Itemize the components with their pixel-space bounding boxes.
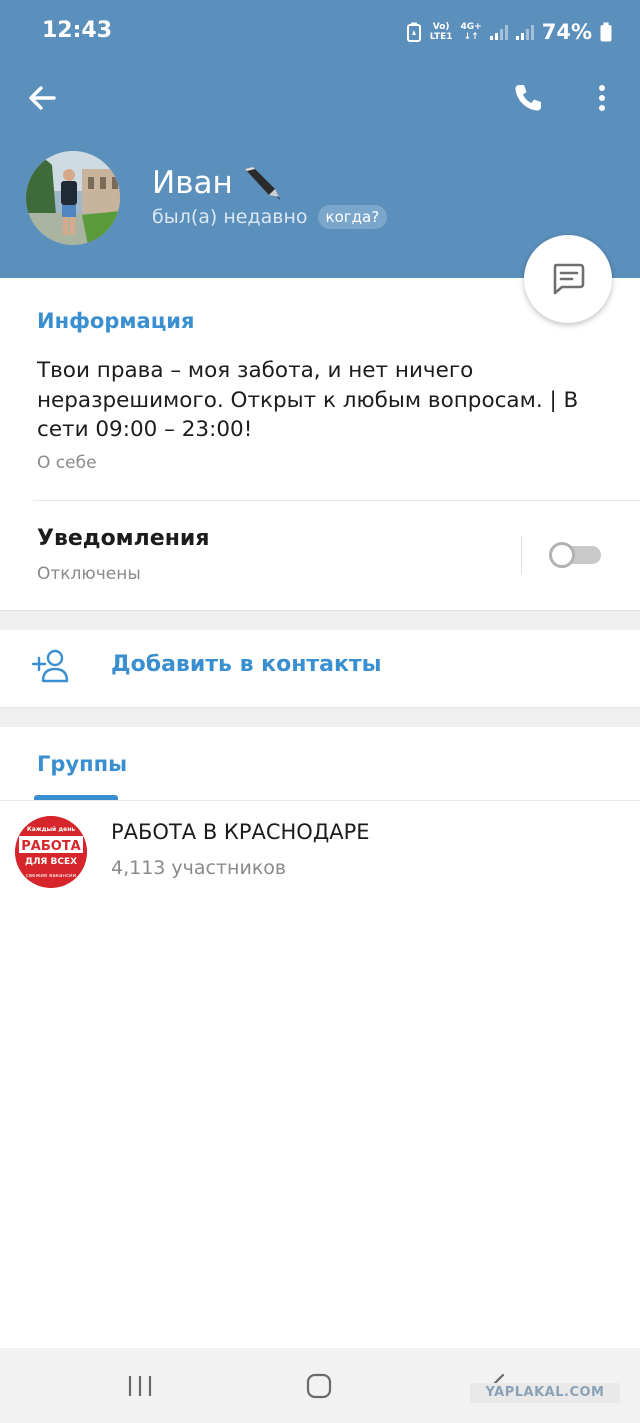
group-avatar: Каждый день РАБОТА ДЛЯ ВСЕХ свежие вакан…	[15, 816, 87, 888]
section-gap	[0, 610, 640, 630]
svg-text:Каждый день: Каждый день	[27, 826, 76, 833]
network-type-indicator: 4G+ ↓↑	[460, 22, 482, 42]
group-list-item[interactable]	[0, 802, 640, 888]
group-name: РАБОТА В КРАСНОДАРЕ	[111, 820, 370, 844]
section-gap	[0, 707, 640, 727]
home-icon[interactable]	[306, 1373, 332, 1399]
svg-text:ДЛЯ ВСЕХ: ДЛЯ ВСЕХ	[25, 857, 77, 867]
signal-1-icon	[489, 24, 508, 40]
notifications-toggle[interactable]	[549, 542, 602, 568]
profile-name: Иван	[152, 165, 233, 201]
add-contact-label: Добавить в контакты	[111, 652, 382, 677]
svg-text:свежие вакансии: свежие вакансии	[26, 873, 77, 879]
group-members-count: 4,113 участников	[111, 857, 287, 879]
svg-text:РАБОТА: РАБОТА	[21, 839, 80, 854]
signal-2-icon	[515, 24, 534, 40]
tab-divider	[0, 800, 640, 801]
bio-label: О себе	[37, 453, 97, 473]
notifications-title[interactable]: Уведомления	[37, 526, 209, 551]
back-arrow-icon[interactable]	[24, 80, 60, 116]
volte-indicator: Vo) LTE1	[429, 22, 453, 42]
watermark: YAPLAKAL.COM	[470, 1383, 620, 1403]
send-message-button[interactable]	[524, 235, 612, 323]
bio-text[interactable]: Твои права – моя забота, и нет ничего не…	[37, 356, 607, 445]
status-icons: Vo) LTE1 4G+ ↓↑ 74%	[406, 16, 612, 48]
profile-name-row: Иван	[152, 163, 283, 203]
pen-emoji-icon	[244, 167, 280, 200]
battery-percent: 74%	[541, 20, 592, 44]
tab-groups[interactable]: Группы	[37, 752, 127, 776]
notifications-state: Отключены	[37, 564, 141, 584]
profile-avatar[interactable]	[26, 151, 120, 245]
battery-icon	[600, 22, 612, 42]
battery-saver-icon	[406, 22, 421, 42]
phone-icon[interactable]	[510, 80, 546, 116]
last-seen-text: был(а) недавно	[152, 206, 308, 228]
vertical-divider	[521, 536, 522, 574]
status-time: 12:43	[42, 18, 113, 43]
recent-apps-icon[interactable]	[127, 1374, 153, 1398]
chat-bubble-icon	[553, 263, 585, 295]
divider	[33, 500, 640, 501]
add-user-icon	[31, 649, 69, 683]
presence-row: был(а) недавно когда?	[152, 205, 388, 229]
info-section-title: Информация	[37, 309, 195, 333]
when-chip-button[interactable]: когда?	[317, 205, 388, 229]
more-menu-icon[interactable]	[590, 80, 614, 116]
